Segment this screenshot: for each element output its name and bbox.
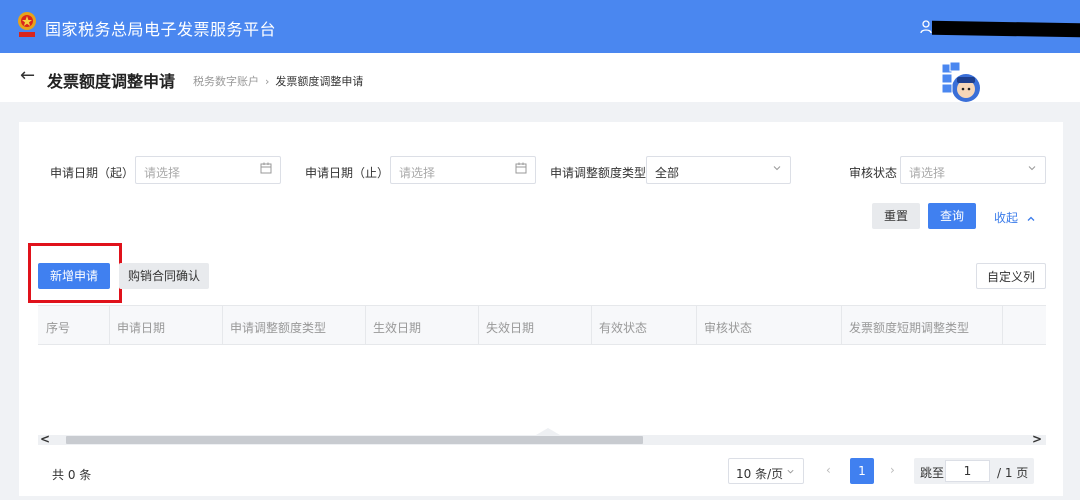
page-title: 发票额度调整申请 [47,72,176,91]
column-divider [478,306,479,344]
start-date-placeholder: 请选择 [144,166,181,180]
start-date-label: 申请日期（起） [50,166,135,180]
page-jump: 跳至 1 / 1 页 [914,458,1034,484]
total-pages: / 1 页 [997,466,1029,480]
breadcrumb-item-tax-account[interactable]: 税务数字账户 [193,75,259,88]
adjust-type-label: 申请调整额度类型 [550,166,647,180]
breadcrumb-item-current: 发票额度调整申请 [275,75,364,88]
table-header: 序号 申请日期 申请调整额度类型 生效日期 失效日期 有效状态 审核状态 发票额… [38,305,1046,345]
collapse-label: 收起 [994,211,1019,225]
search-button[interactable]: 查询 [928,203,976,229]
page-size-value: 10 条/页 [736,467,784,481]
column-header-valid-status: 有效状态 [599,321,648,335]
scroll-notch [536,428,560,435]
tax-emblem-icon [18,12,36,37]
page-button-current[interactable]: 1 [850,458,874,484]
new-application-button[interactable]: 新增申请 [38,263,110,289]
column-divider [365,306,366,344]
start-date-picker[interactable]: 请选择 [135,156,281,184]
adjust-type-select[interactable]: 全部 [646,156,791,184]
column-divider [591,306,592,344]
scrollbar-thumb[interactable] [66,436,643,444]
page-size-select[interactable]: 10 条/页 [728,458,804,484]
column-divider [1002,306,1003,344]
column-header-review-status: 审核状态 [704,321,753,335]
column-divider [222,306,223,344]
main-panel: 申请日期（起） 请选择 申请日期（止） 请选择 申请调整额度类型 全部 审核状态… [19,122,1063,496]
horizontal-scrollbar[interactable]: < > [38,432,1046,446]
scroll-right-arrow-icon[interactable]: > [1032,432,1042,446]
prev-page-icon[interactable]: ‹ [826,463,831,477]
end-date-picker[interactable]: 请选择 [390,156,536,184]
column-header-apply-date: 申请日期 [117,321,166,335]
column-header-short-term-type: 发票额度短期调整类型 [849,321,970,335]
chevron-down-icon [1028,166,1036,171]
end-date-placeholder: 请选择 [399,166,436,180]
column-header-adjust-type: 申请调整额度类型 [230,321,327,335]
contract-confirm-button[interactable]: 购销合同确认 [119,263,209,289]
chevron-down-icon [787,469,794,474]
chevron-up-icon [1027,216,1035,221]
breadcrumb: 税务数字账户 › 发票额度调整申请 [193,73,363,89]
column-divider [696,306,697,344]
column-header-expiry-date: 失效日期 [486,321,535,335]
scroll-left-arrow-icon[interactable]: < [40,432,50,446]
review-status-placeholder: 请选择 [909,166,946,180]
page-jump-label: 跳至 [920,466,945,480]
page-header: ← 发票额度调整申请 税务数字账户 › 发票额度调整申请 [0,53,1080,102]
end-date-label: 申请日期（止） [305,166,390,180]
app-title: 国家税务总局电子发票服务平台 [45,20,277,39]
column-divider [841,306,842,344]
calendar-icon [515,162,527,174]
next-page-icon[interactable]: › [890,463,895,477]
calendar-icon [260,162,272,174]
page-jump-input[interactable]: 1 [945,460,990,482]
review-status-select[interactable]: 请选择 [900,156,1046,184]
review-status-label: 审核状态 [849,166,898,180]
back-arrow-icon[interactable]: ← [20,65,35,86]
user-name-redacted [932,20,1080,38]
reset-button[interactable]: 重置 [872,203,920,229]
assistant-avatar-icon[interactable] [940,62,984,106]
user-icon [920,20,932,34]
chevron-down-icon [773,166,781,171]
adjust-type-value: 全部 [655,166,680,180]
collapse-toggle[interactable]: 收起 [994,209,1036,226]
column-header-index: 序号 [46,321,71,335]
custom-columns-button[interactable]: 自定义列 [976,263,1046,289]
top-header: 国家税务总局电子发票服务平台 [0,0,1080,53]
chevron-right-icon: › [265,75,270,88]
column-divider [109,306,110,344]
total-count: 共 0 条 [52,468,92,482]
column-header-effective-date: 生效日期 [373,321,422,335]
